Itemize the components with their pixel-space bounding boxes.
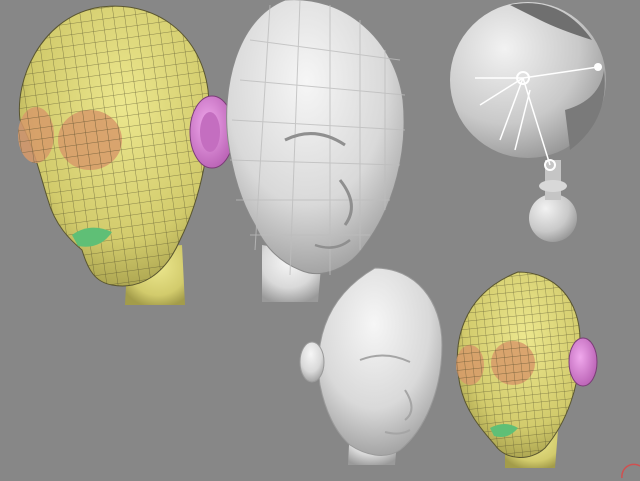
shaded-sphere-rig[interactable]: [450, 2, 606, 242]
joint-tip: [594, 63, 602, 71]
small-wireframe-head[interactable]: [456, 271, 598, 468]
large-wireframe-head[interactable]: [18, 5, 235, 305]
neck-ring: [539, 180, 567, 192]
head-shape: [318, 267, 443, 456]
head-shape: [226, 0, 405, 274]
small-smooth-head[interactable]: [299, 267, 443, 465]
3d-viewport[interactable]: [0, 0, 640, 481]
ear: [568, 337, 598, 387]
lower-bulb: [529, 194, 577, 242]
ear: [299, 341, 325, 383]
corner-marker: [621, 463, 640, 479]
large-faceted-head[interactable]: [226, 0, 406, 302]
